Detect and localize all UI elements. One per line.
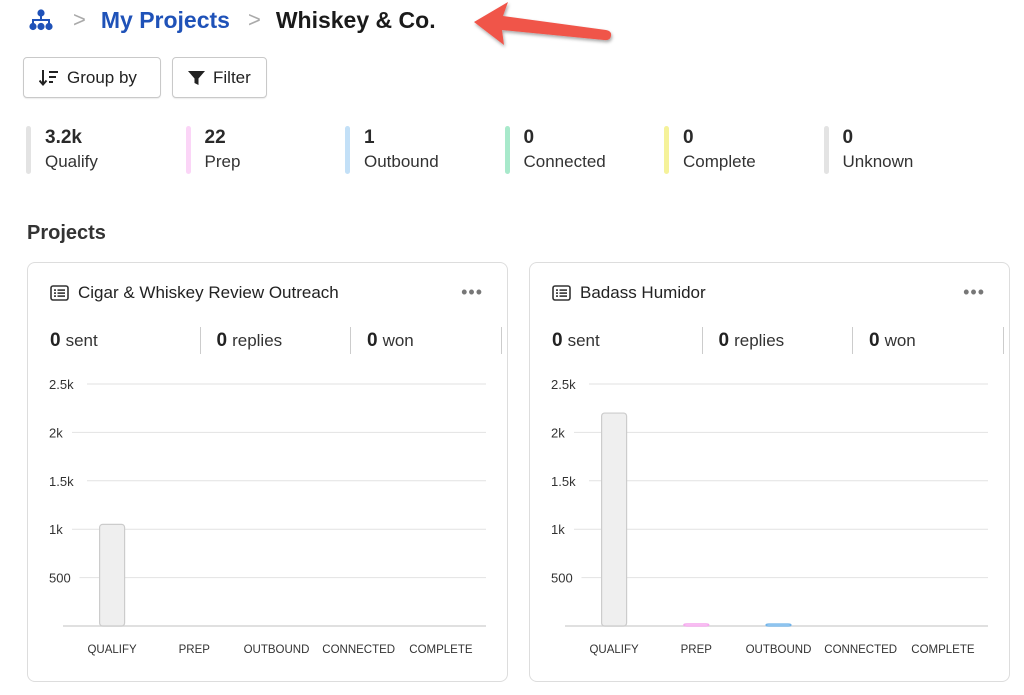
metric-value: 0 [718, 329, 730, 351]
project-metrics: 0 sent 0 replies 0 won [552, 327, 1004, 354]
metric-value: 0 [367, 329, 378, 351]
metric-label: won [884, 330, 916, 350]
project-title[interactable]: Badass Humidor [580, 283, 706, 303]
y-tick-label: 2.5k [551, 377, 576, 392]
bar-outbound [765, 623, 792, 627]
y-tick-label: 1k [49, 522, 63, 537]
y-tick-label: 500 [551, 571, 573, 586]
stat-label: Unknown [842, 152, 914, 171]
x-tick-label: PREP [681, 644, 713, 656]
sort-descending-icon [39, 69, 58, 86]
ellipsis-icon[interactable]: ••• [963, 283, 985, 301]
metric-sent: 0 sent [50, 327, 201, 354]
funnel-icon [188, 70, 205, 85]
metric-label: replies [734, 330, 785, 350]
metric-value: 0 [869, 329, 880, 351]
stat-color-bar [185, 126, 191, 174]
stage-bar-chart: 500 1k 1.5k 2k 2.5k QUALIFY PREP OUTBOUND CONNEC… [551, 377, 988, 656]
stat-value: 0 [523, 127, 535, 148]
metric-won: 0 won [853, 327, 1004, 354]
annotation-arrow-icon [474, 2, 612, 45]
y-tick-label: 1k [551, 522, 565, 537]
project-card[interactable]: Badass Humidor ••• 0 sent 0 replies 0 won 5… [529, 262, 1010, 682]
group-by-label: Group by [67, 67, 137, 87]
x-tick-label: PREP [179, 644, 211, 656]
ellipsis-icon[interactable]: ••• [461, 283, 483, 301]
stat-value: 1 [364, 127, 375, 148]
breadcrumb-my-projects[interactable]: My Projects [101, 7, 230, 34]
stat-color-bar [664, 126, 669, 174]
stage-bar-chart: 500 1k 1.5k 2k 2.5k QUALIFY PREP OUTBOUND CONNEC… [49, 377, 486, 656]
project-card[interactable]: Cigar & Whiskey Review Outreach ••• 0 sen… [27, 262, 508, 682]
y-tick-label: 500 [49, 571, 71, 586]
list-icon [552, 285, 571, 301]
stat-qualify[interactable]: 3.2k Qualify [26, 126, 186, 174]
group-by-button[interactable]: Group by [23, 57, 161, 98]
metric-sent: 0 sent [552, 327, 703, 354]
metric-replies: 0 replies [201, 327, 351, 354]
stat-value: 22 [204, 127, 226, 148]
x-tick-label: COMPLETE [409, 644, 473, 656]
list-icon [50, 285, 69, 301]
y-tick-label: 1.5k [49, 474, 74, 489]
filter-label: Filter [213, 67, 251, 87]
project-title[interactable]: Cigar & Whiskey Review Outreach [78, 283, 339, 303]
metric-won: 0 won [351, 327, 502, 354]
filter-button[interactable]: Filter [172, 57, 267, 98]
metric-label: sent [567, 330, 600, 350]
stat-connected[interactable]: 0 Connected [504, 126, 665, 174]
stat-color-bar [26, 126, 31, 174]
metric-replies: 0 replies [703, 327, 853, 354]
stat-color-bar [504, 126, 510, 174]
y-tick-label: 2k [551, 425, 565, 440]
x-tick-label: CONNECTED [824, 644, 897, 656]
stat-value: 0 [683, 127, 694, 148]
breadcrumb: > My Projects > Whiskey & Co. [27, 4, 436, 36]
metric-value: 0 [552, 329, 563, 351]
y-tick-label: 2k [49, 425, 63, 440]
stat-value: 0 [842, 127, 854, 148]
stat-label: Outbound [364, 152, 439, 171]
x-tick-label: QUALIFY [87, 644, 137, 656]
chevron-right-icon: > [73, 7, 86, 32]
bar-prep [683, 623, 710, 627]
metric-label: sent [65, 330, 98, 350]
stat-label: Qualify [45, 152, 98, 171]
bar-qualify [98, 523, 126, 627]
stat-value: 3.2k [45, 127, 82, 148]
y-tick-label: 1.5k [551, 474, 576, 489]
stat-label: Connected [523, 152, 606, 171]
stat-unknown[interactable]: 0 Unknown [823, 126, 984, 174]
project-metrics: 0 sent 0 replies 0 won [50, 327, 502, 354]
stat-color-bar [345, 126, 350, 174]
x-tick-label: COMPLETE [911, 644, 975, 656]
breadcrumb-current-page: Whiskey & Co. [275, 6, 436, 33]
x-tick-label: OUTBOUND [746, 644, 812, 656]
bar-qualify [600, 412, 628, 627]
stat-label: Prep [204, 152, 241, 171]
y-tick-label: 2.5k [49, 377, 74, 392]
org-chart-icon[interactable] [27, 8, 55, 32]
stat-outbound[interactable]: 1 Outbound [345, 126, 505, 174]
chevron-right-icon: > [247, 7, 261, 32]
stat-prep[interactable]: 22 Prep [185, 126, 346, 174]
toolbar: Group by Filter [23, 57, 267, 98]
x-tick-label: OUTBOUND [244, 644, 310, 656]
section-title: Projects [27, 222, 106, 244]
x-tick-label: CONNECTED [322, 644, 395, 656]
metric-value: 0 [216, 329, 228, 351]
x-tick-label: QUALIFY [589, 644, 639, 656]
stat-color-bar [823, 126, 829, 174]
stage-stats: 3.2k Qualify 22 Prep 1 Outbound 0 Connected … [26, 126, 983, 174]
stat-label: Complete [683, 152, 756, 171]
stat-complete[interactable]: 0 Complete [664, 126, 824, 174]
metric-label: replies [232, 330, 283, 350]
metric-label: won [382, 330, 414, 350]
metric-value: 0 [50, 329, 61, 351]
